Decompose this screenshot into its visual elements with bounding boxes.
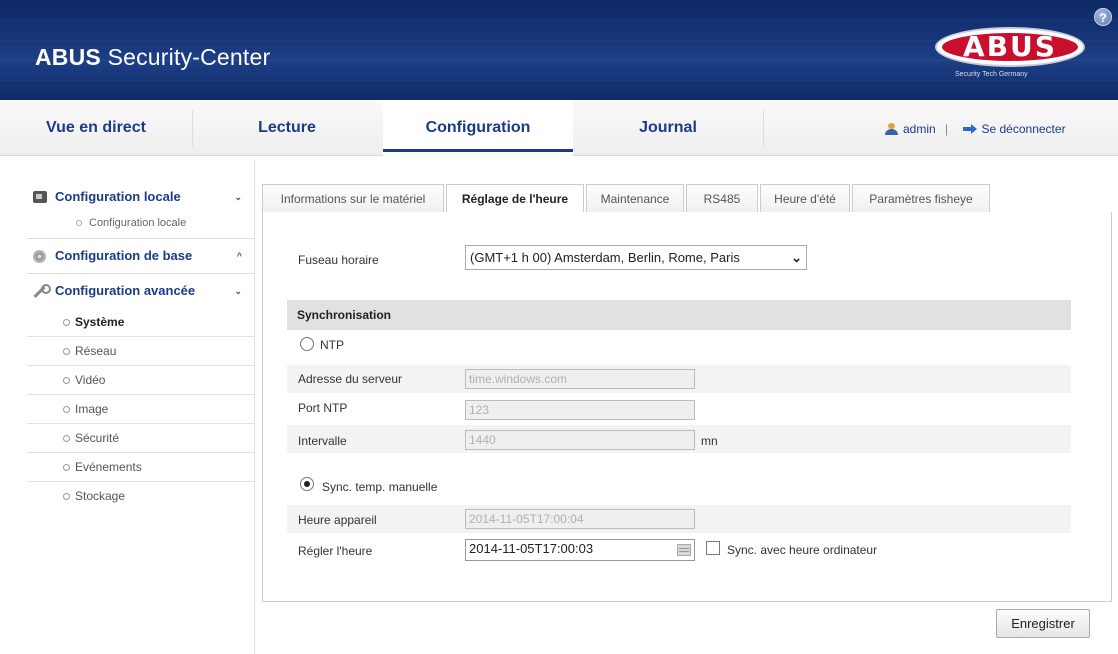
sidebar-item-securite[interactable]: Sécurité (27, 424, 254, 453)
active-tab-indicator (383, 149, 573, 152)
bullet-icon (63, 319, 70, 326)
sidebar-advanced-label: Configuration avancée (55, 283, 196, 298)
set-time-label: Régler l'heure (298, 544, 373, 558)
bullet-icon (63, 377, 70, 384)
bullet-icon (63, 464, 70, 471)
user-separator: | (945, 121, 949, 136)
bullet-icon (63, 348, 70, 355)
sidebar-local-label: Configuration locale (55, 189, 181, 204)
wrench-icon (33, 284, 51, 297)
ntp-radio[interactable] (300, 337, 314, 351)
bullet-icon (76, 220, 82, 226)
bullet-icon (63, 406, 70, 413)
subtab-time-settings[interactable]: Réglage de l'heure (446, 184, 584, 214)
logo-tagline: Security Tech Germany (955, 71, 1028, 78)
set-time-input[interactable]: 2014-11-05T17:00:03 (465, 539, 695, 561)
sync-pc-label: Sync. avec heure ordinateur (727, 543, 878, 557)
tab-journal[interactable]: Journal (573, 100, 763, 156)
chevron-down-icon: ⌄ (234, 286, 242, 296)
sidebar-item-label: Sécurité (75, 431, 120, 445)
sidebar-item-image[interactable]: Image (27, 395, 254, 424)
subtab-maintenance[interactable]: Maintenance (586, 184, 684, 213)
logout-link[interactable]: Se déconnecter (982, 122, 1066, 136)
tab-lecture[interactable]: Lecture (192, 100, 382, 156)
tab-vue-en-direct[interactable]: Vue en direct (0, 100, 192, 156)
bullet-icon (63, 435, 70, 442)
abus-logo: ABUS Security Tech Germany (935, 27, 1095, 89)
sidebar-item-label: Evénements (75, 460, 142, 474)
sidebar-item-local-config[interactable]: Configuration locale (27, 214, 254, 238)
manual-sync-radio[interactable] (300, 477, 314, 491)
chevron-down-icon: ⌄ (234, 192, 242, 202)
sidebar-base-label: Configuration de base (55, 248, 193, 263)
tab-configuration[interactable]: Configuration (383, 100, 573, 156)
sidebar-item-video[interactable]: Vidéo (27, 366, 254, 395)
app-header: ABUS Security-Center ABUS Security Tech … (0, 0, 1118, 100)
sidebar-item-reseau[interactable]: Réseau (27, 337, 254, 366)
main-nav: Vue en direct Lecture Configuration Jour… (0, 100, 1118, 156)
tab-configuration-label: Configuration (425, 119, 531, 136)
user-area: admin | Se déconnecter (885, 121, 1066, 136)
sidebar-item-label: Image (75, 402, 109, 416)
calendar-icon[interactable] (677, 544, 691, 556)
sidebar-advanced-config[interactable]: Configuration avancée ⌄ (27, 274, 254, 308)
timezone-label: Fuseau horaire (298, 253, 379, 267)
sidebar-item-label: Vidéo (75, 373, 106, 387)
monitor-icon (33, 191, 47, 203)
app-title: ABUS Security-Center (35, 44, 270, 71)
sidebar: Configuration locale ⌄ Configuration loc… (27, 180, 254, 511)
brand-bold: ABUS (35, 44, 101, 70)
sidebar-item-label: Stockage (75, 489, 126, 503)
timezone-value: (GMT+1 h 00) Amsterdam, Berlin, Rome, Pa… (470, 250, 740, 265)
brand-rest: Security-Center (100, 44, 271, 70)
server-address-input[interactable]: time.windows.com (465, 369, 695, 389)
sync-section-header: Synchronisation (287, 300, 1071, 330)
ntp-label: NTP (320, 338, 344, 352)
settings-subtabs: Informations sur le matériel Réglage de … (262, 182, 1112, 214)
interval-label: Intervalle (298, 434, 347, 448)
subtab-dst[interactable]: Heure d'été (760, 184, 850, 213)
subtab-rs485[interactable]: RS485 (686, 184, 758, 213)
sidebar-local-config[interactable]: Configuration locale ⌄ (27, 180, 254, 214)
subtab-fisheye[interactable]: Paramètres fisheye (852, 184, 990, 213)
server-address-label: Adresse du serveur (298, 372, 403, 386)
help-icon[interactable]: ? (1094, 8, 1112, 26)
bullet-icon (63, 493, 70, 500)
chevron-down-icon: ⌄ (791, 250, 802, 265)
sidebar-item-systeme[interactable]: Système (27, 308, 254, 337)
interval-input[interactable]: 1440 (465, 430, 695, 450)
sidebar-item-evenements[interactable]: Evénements (27, 453, 254, 482)
ntp-port-label: Port NTP (298, 401, 348, 415)
save-button[interactable]: Enregistrer (996, 609, 1090, 638)
sidebar-item-label: Système (75, 315, 125, 329)
device-time-label: Heure appareil (298, 513, 377, 527)
sidebar-item-stockage[interactable]: Stockage (27, 482, 254, 511)
interval-unit: mn (701, 434, 718, 448)
ntp-port-input[interactable]: 123 (465, 400, 695, 420)
sidebar-base-config[interactable]: Configuration de base ^ (27, 239, 254, 273)
chevron-up-icon: ^ (236, 251, 242, 261)
subtab-hardware-info[interactable]: Informations sur le matériel (262, 184, 444, 213)
sync-pc-checkbox[interactable] (706, 541, 720, 555)
sidebar-sub-label: Configuration locale (89, 217, 187, 229)
device-time-input: 2014-11-05T17:00:04 (465, 509, 695, 529)
logo-text: ABUS (963, 30, 1057, 63)
sidebar-item-label: Réseau (75, 344, 117, 358)
manual-sync-label: Sync. temp. manuelle (322, 480, 438, 494)
disk-icon (33, 250, 46, 263)
username[interactable]: admin (903, 122, 936, 136)
timezone-select[interactable]: (GMT+1 h 00) Amsterdam, Berlin, Rome, Pa… (465, 245, 807, 270)
user-icon (885, 122, 898, 135)
logout-icon[interactable] (962, 123, 977, 134)
